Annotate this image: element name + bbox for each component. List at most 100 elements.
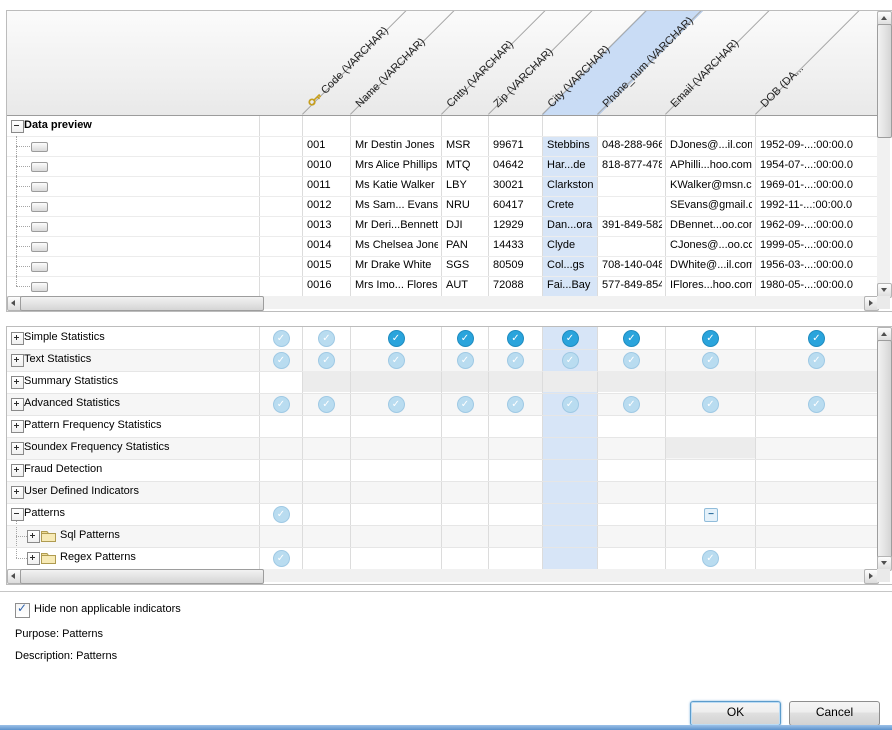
arrow-up-icon bbox=[881, 332, 887, 336]
partially-selected-indicator-check[interactable] bbox=[273, 396, 290, 413]
cell-code: 0016 bbox=[307, 276, 347, 295]
cell-city: Col...gs bbox=[547, 256, 594, 275]
indicator-row-user-defined-indicators[interactable]: User Defined Indicators bbox=[7, 481, 877, 504]
expand-expander[interactable] bbox=[11, 398, 24, 411]
selected-indicator-check[interactable] bbox=[808, 330, 825, 347]
indicator-row-regex-patterns[interactable]: Regex Patterns bbox=[7, 547, 877, 569]
indicator-row-pattern-frequency-statistics[interactable]: Pattern Frequency Statistics bbox=[7, 415, 877, 438]
partially-selected-indicator-check[interactable] bbox=[273, 506, 290, 523]
tree-line bbox=[16, 206, 30, 207]
cancel-button[interactable]: Cancel bbox=[789, 701, 880, 726]
data-preview-group-row[interactable]: Data preview bbox=[7, 116, 877, 137]
partially-selected-indicator-check[interactable] bbox=[318, 330, 335, 347]
expand-expander[interactable] bbox=[11, 486, 24, 499]
indicator-row-soundex-frequency-statistics[interactable]: Soundex Frequency Statistics bbox=[7, 437, 877, 460]
cell-name: Mr Destin Jones bbox=[355, 136, 438, 155]
expand-expander[interactable] bbox=[27, 552, 40, 565]
partially-selected-indicator-check[interactable] bbox=[808, 352, 825, 369]
cell-cntty: NRU bbox=[446, 196, 485, 215]
cell-city: Clyde bbox=[547, 236, 594, 255]
selected-indicator-check[interactable] bbox=[388, 330, 405, 347]
partially-selected-indicator-check[interactable] bbox=[562, 352, 579, 369]
selected-indicator-check[interactable] bbox=[702, 330, 719, 347]
scrollbar-thumb[interactable] bbox=[877, 340, 892, 558]
arrow-up-icon bbox=[881, 16, 887, 20]
scrollbar-thumb[interactable] bbox=[20, 569, 264, 584]
partially-selected-indicator-check[interactable] bbox=[562, 396, 579, 413]
partially-selected-indicator-check[interactable] bbox=[388, 352, 405, 369]
vertical-scrollbar[interactable] bbox=[877, 11, 890, 296]
tree-line bbox=[16, 186, 30, 187]
partially-selected-indicator-check[interactable] bbox=[623, 396, 640, 413]
indicator-row-sql-patterns[interactable]: Sql Patterns bbox=[7, 525, 877, 548]
expand-expander[interactable] bbox=[27, 530, 40, 543]
tree-line bbox=[16, 166, 30, 167]
partially-selected-indicator-check[interactable] bbox=[457, 352, 474, 369]
indicator-row-text-statistics[interactable]: Text Statistics bbox=[7, 349, 877, 372]
partially-selected-indicator-check[interactable] bbox=[702, 550, 719, 567]
arrow-right-icon bbox=[869, 573, 873, 579]
arrow-down-icon bbox=[881, 561, 887, 565]
collapse-expander[interactable] bbox=[11, 120, 24, 133]
data-preview-grid: Data preview001Mr Destin JonesMSR99671St… bbox=[7, 116, 877, 296]
horizontal-scrollbar[interactable] bbox=[7, 569, 877, 582]
scrollbar-thumb[interactable] bbox=[877, 24, 892, 138]
row-handle-icon bbox=[31, 142, 48, 152]
selected-indicator-check[interactable] bbox=[507, 330, 524, 347]
partial-selection-indicator[interactable] bbox=[704, 508, 718, 522]
cell-zip: 80509 bbox=[493, 256, 539, 275]
cell-code: 0011 bbox=[307, 176, 347, 195]
partially-selected-indicator-check[interactable] bbox=[273, 352, 290, 369]
expand-expander[interactable] bbox=[11, 420, 24, 433]
tree-line bbox=[16, 246, 30, 247]
partially-selected-indicator-check[interactable] bbox=[623, 352, 640, 369]
cell-phone-num: 391-849-582 bbox=[602, 216, 662, 235]
collapse-expander[interactable] bbox=[11, 508, 24, 521]
selected-indicator-check[interactable] bbox=[457, 330, 474, 347]
cell-zip: 30021 bbox=[493, 176, 539, 195]
partially-selected-indicator-check[interactable] bbox=[507, 396, 524, 413]
indicator-row-summary-statistics[interactable]: Summary Statistics bbox=[7, 371, 877, 394]
expand-expander[interactable] bbox=[11, 354, 24, 367]
column-header-code-varchar[interactable]: Code (VARCHAR) bbox=[306, 25, 391, 110]
selected-indicator-check[interactable] bbox=[623, 330, 640, 347]
vertical-scrollbar[interactable] bbox=[877, 327, 890, 569]
partially-selected-indicator-check[interactable] bbox=[273, 330, 290, 347]
partially-selected-indicator-check[interactable] bbox=[318, 352, 335, 369]
cell-phone-num: 577-849-854 bbox=[602, 276, 662, 295]
column-header-email-varchar[interactable]: Email (VARCHAR) bbox=[669, 37, 742, 110]
partially-selected-indicator-check[interactable] bbox=[273, 550, 290, 567]
partially-selected-indicator-check[interactable] bbox=[507, 352, 524, 369]
cell-city: Fai...Bay bbox=[547, 276, 594, 295]
cell-name: Mrs Imo... Flores bbox=[355, 276, 438, 295]
expand-expander[interactable] bbox=[11, 442, 24, 455]
partially-selected-indicator-check[interactable] bbox=[388, 396, 405, 413]
indicator-row-patterns[interactable]: Patterns bbox=[7, 503, 877, 526]
hide-non-applicable-label[interactable]: Hide non applicable indicators bbox=[34, 603, 181, 615]
cell-dob: 1954-07-...:00:00.0 bbox=[760, 156, 874, 175]
ok-button[interactable]: OK bbox=[690, 701, 781, 726]
selected-indicator-check[interactable] bbox=[562, 330, 579, 347]
indicator-row-fraud-detection[interactable]: Fraud Detection bbox=[7, 459, 877, 482]
preview-row: 0010Mrs Alice PhillipsMTQ04642Har...de81… bbox=[7, 156, 877, 177]
indicator-label: Patterns bbox=[24, 503, 65, 524]
expand-expander[interactable] bbox=[11, 332, 24, 345]
cell-email: DJones@...il.com bbox=[670, 136, 752, 155]
cell-zip: 72088 bbox=[493, 276, 539, 295]
indicator-row-simple-statistics[interactable]: Simple Statistics bbox=[7, 327, 877, 350]
horizontal-scrollbar[interactable] bbox=[7, 296, 877, 309]
partially-selected-indicator-check[interactable] bbox=[318, 396, 335, 413]
partially-selected-indicator-check[interactable] bbox=[702, 352, 719, 369]
partially-selected-indicator-check[interactable] bbox=[808, 396, 825, 413]
footer-panel: Hide non applicable indicators Purpose: … bbox=[0, 591, 892, 692]
indicator-label: User Defined Indicators bbox=[24, 481, 139, 502]
expand-expander[interactable] bbox=[11, 376, 24, 389]
partially-selected-indicator-check[interactable] bbox=[702, 396, 719, 413]
column-header-dob-da[interactable]: DOB (DA... bbox=[759, 63, 806, 110]
expand-expander[interactable] bbox=[11, 464, 24, 477]
hide-non-applicable-checkbox[interactable] bbox=[15, 603, 30, 618]
scrollbar-thumb[interactable] bbox=[20, 296, 264, 311]
indicator-row-advanced-statistics[interactable]: Advanced Statistics bbox=[7, 393, 877, 416]
partially-selected-indicator-check[interactable] bbox=[457, 396, 474, 413]
not-applicable-cell bbox=[756, 371, 877, 392]
